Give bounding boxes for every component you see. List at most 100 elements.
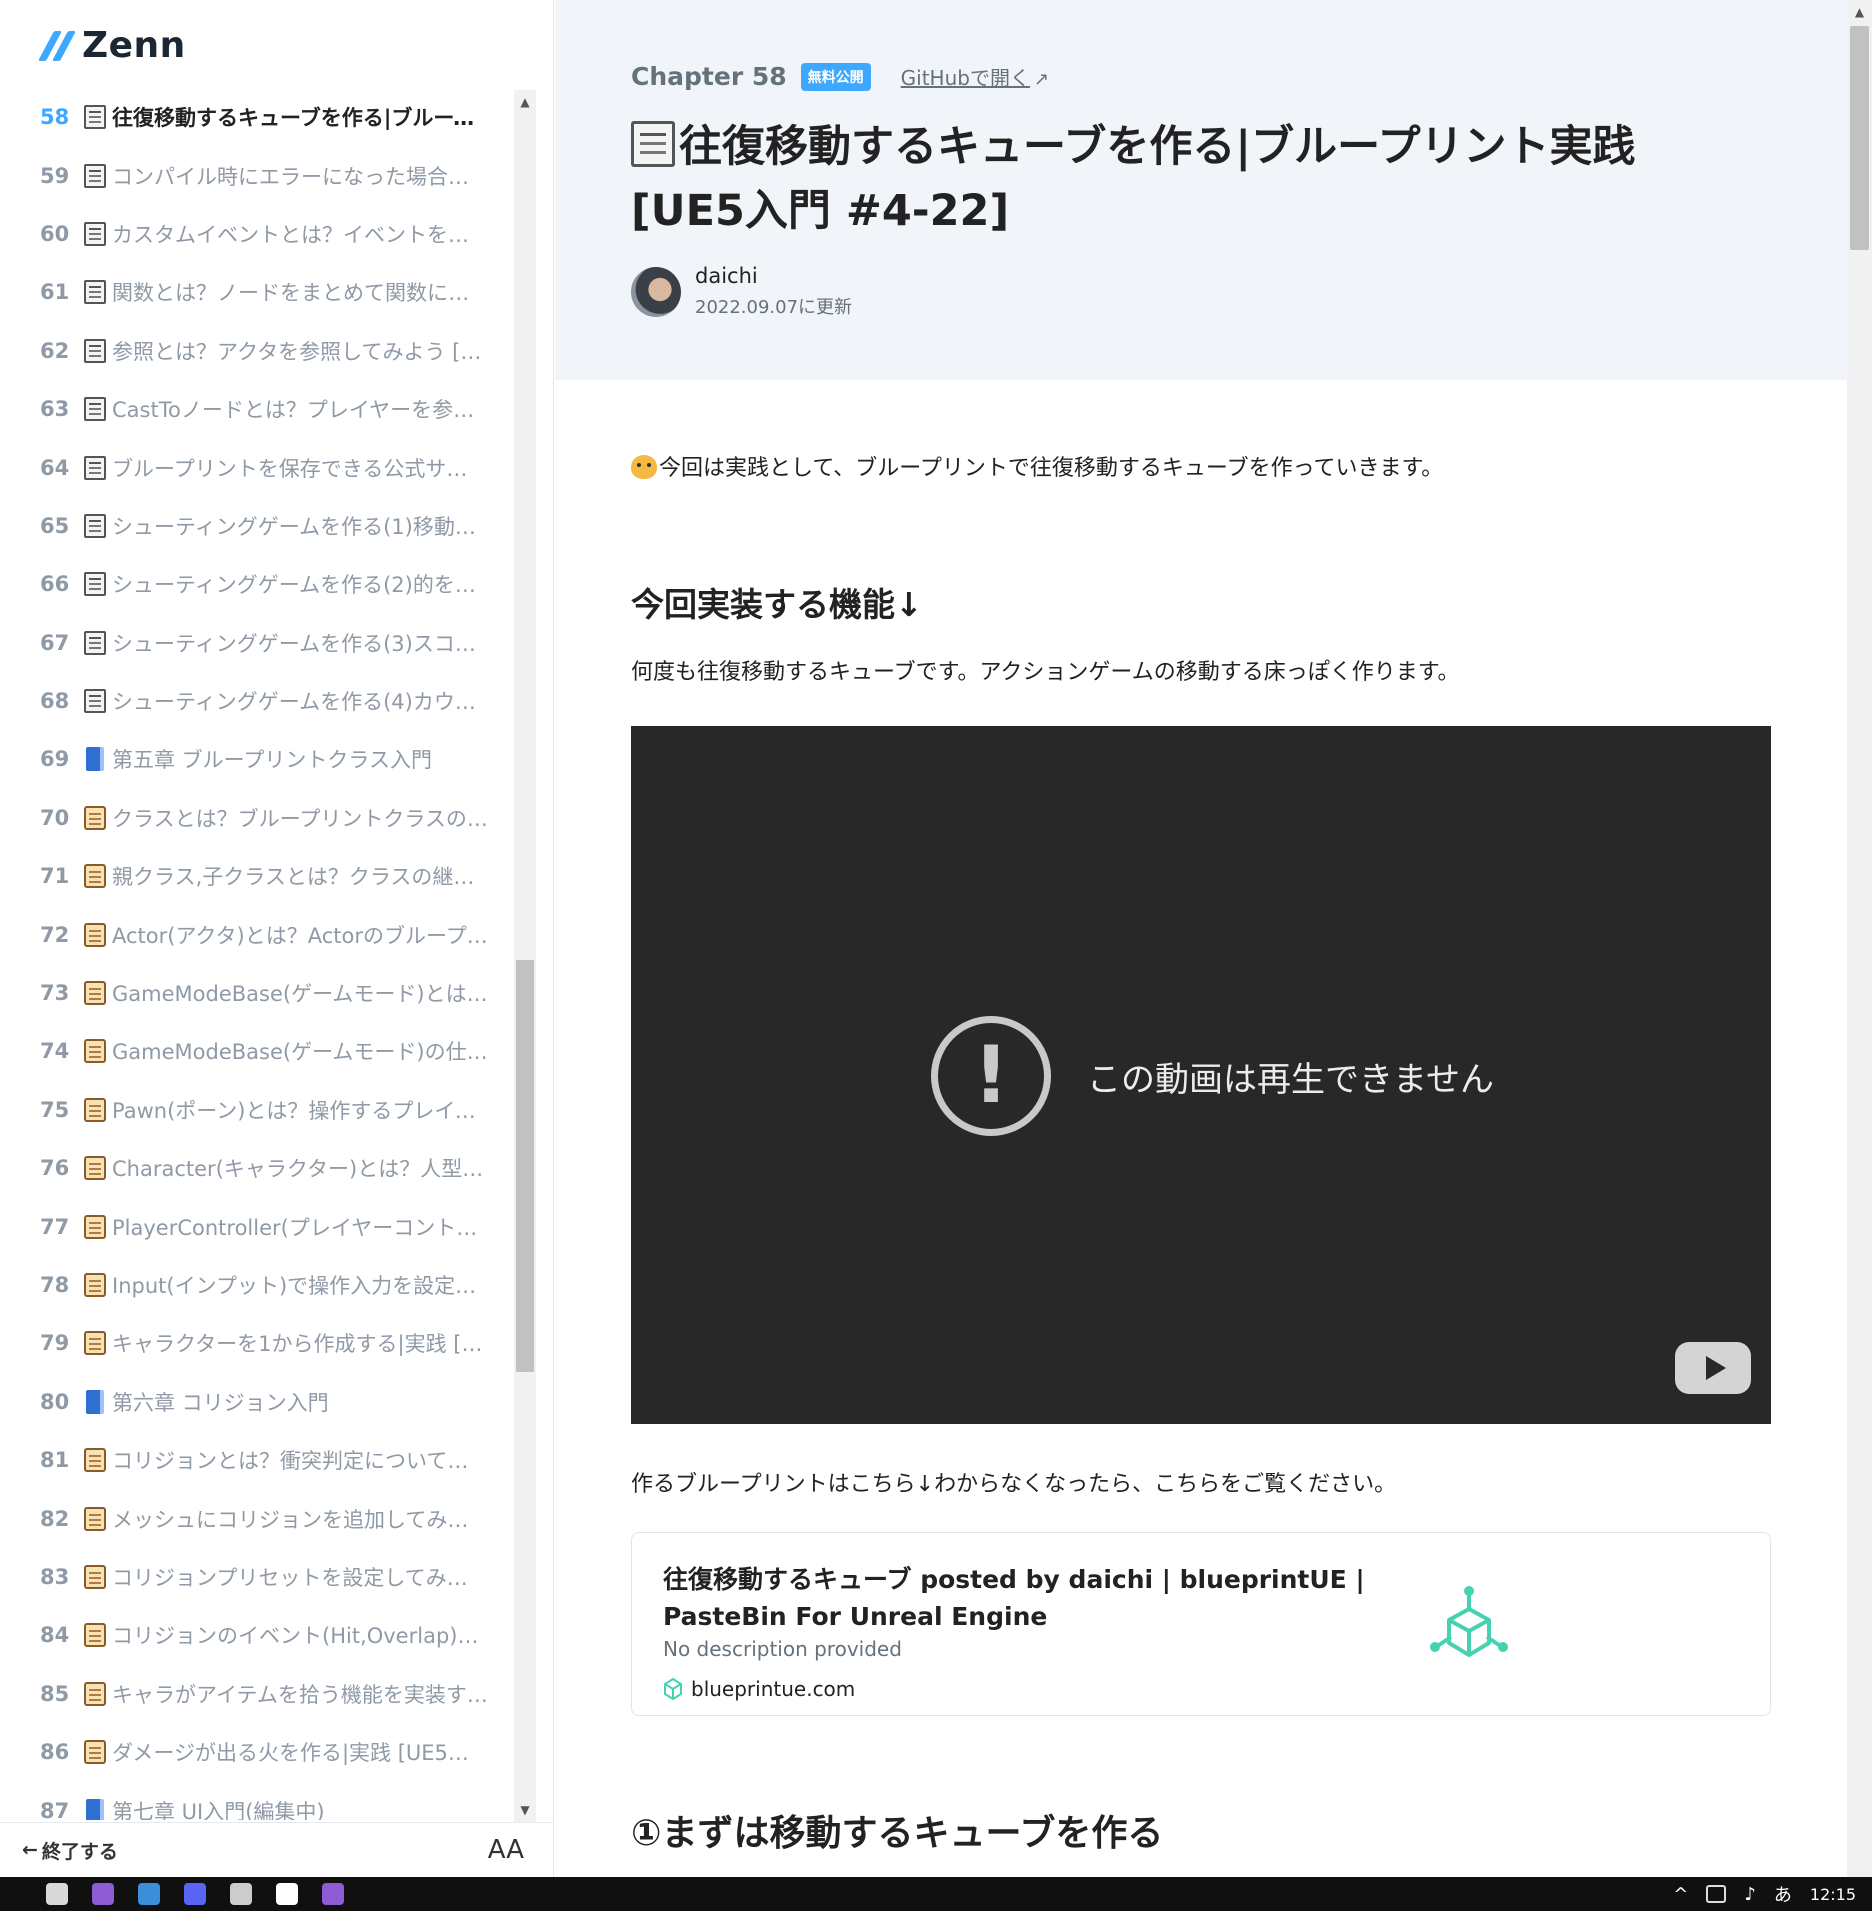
chapter-item[interactable]: 62 参照とは？アクタを参照してみよう [U… <box>0 322 514 380</box>
chapter-item[interactable]: 61 関数とは？ノードをまとめて関数にす… <box>0 263 514 321</box>
sidebar: Zenn 58 往復移動するキューブを作る|ブループ… 59 コンパイル時にエラーにな… <box>0 0 554 1877</box>
chapter-item[interactable]: 82 メッシュにコリジョンを追加してみよ… <box>0 1489 514 1547</box>
ime-indicator[interactable]: あ <box>1774 1881 1792 1907</box>
chapter-item[interactable]: 84 コリジョンのイベント(Hit,Overlap)で… <box>0 1606 514 1664</box>
scroll-up-arrow-icon[interactable]: ▲ <box>514 90 536 114</box>
page-scrollbar[interactable]: ▲ <box>1847 0 1872 1877</box>
chapter-number: 75 <box>40 1097 70 1122</box>
taskbar-app-icon[interactable] <box>126 1877 172 1911</box>
chapter-item[interactable]: 73 GameModeBase(ゲームモード)とは… <box>0 964 514 1022</box>
chapter-number: 68 <box>40 689 70 714</box>
taskbar-app-icon[interactable] <box>218 1877 264 1911</box>
page-scrollbar-thumb[interactable] <box>1850 26 1869 250</box>
chapter-title: Actor(アクタ)とは？Actorのブループ… <box>112 923 488 948</box>
page-icon <box>82 571 108 597</box>
chapter-item[interactable]: 87 第七章 UI入門(編集中) <box>0 1781 514 1820</box>
chapter-item[interactable]: 63 CastToノードとは？プレイヤーを参照… <box>0 380 514 438</box>
taskbar-app-icon[interactable] <box>80 1877 126 1911</box>
chapter-item[interactable]: 64 ブループリントを保存できる公式サイ… <box>0 438 514 496</box>
chapter-item[interactable]: 69 第五章 ブループリントクラス入門 <box>0 730 514 788</box>
chapter-item[interactable]: 70 クラスとは？ブループリントクラスの… <box>0 789 514 847</box>
sidebar-footer: ← 終了する AA <box>0 1822 554 1877</box>
link-card-title: 往復移動するキューブ posted by daichi | blueprintU… <box>663 1561 1383 1635</box>
clock[interactable]: 12:15 <box>1810 1885 1856 1904</box>
chapter-item[interactable]: 81 コリジョンとは？衝突判定について知… <box>0 1431 514 1489</box>
zenn-logo[interactable]: Zenn <box>38 22 186 68</box>
page-icon <box>82 163 108 189</box>
sidebar-scrollbar[interactable]: ▲ ▼ <box>514 90 536 1822</box>
link-card-domain: blueprintue.com <box>663 1677 855 1701</box>
chapter-number: 81 <box>40 1448 70 1473</box>
page-icon <box>82 688 108 714</box>
chapter-item[interactable]: 68 シューティングゲームを作る(4)カウン… <box>0 672 514 730</box>
chapter-item[interactable]: 80 第六章 コリジョン入門 <box>0 1373 514 1431</box>
volume-icon[interactable]: ♪ <box>1744 1884 1756 1905</box>
chapter-item[interactable]: 79 キャラクターを1から作成する|実践 [… <box>0 1314 514 1372</box>
chapter-title: PlayerController(プレイヤーコントロ… <box>112 1215 488 1240</box>
chapter-item[interactable]: 76 Character(キャラクター)とは？人型… <box>0 1139 514 1197</box>
chapter-item[interactable]: 67 シューティングゲームを作る(3)スコア… <box>0 614 514 672</box>
scroll-icon <box>82 1272 108 1298</box>
network-icon[interactable] <box>1706 1885 1727 1903</box>
intro-paragraph: 今回は実践として、ブループリントで往復移動するキューブを作っていきます。 <box>631 450 1443 482</box>
chapter-item[interactable]: 72 Actor(アクタ)とは？Actorのブループ… <box>0 905 514 963</box>
page-icon <box>82 630 108 656</box>
chapter-title: 第五章 ブループリントクラス入門 <box>112 748 432 773</box>
video-embed[interactable]: ! この動画は再生できません <box>631 726 1771 1424</box>
chapter-number: 67 <box>40 630 70 655</box>
author-name[interactable]: daichi <box>695 264 852 288</box>
chapter-title: コリジョンのイベント(Hit,Overlap)で… <box>112 1624 488 1649</box>
youtube-play-icon[interactable] <box>1675 1342 1751 1394</box>
chapter-title: シューティングゲームを作る(4)カウン… <box>112 690 488 715</box>
author-info[interactable]: daichi 2022.09.07に更新 <box>631 264 852 319</box>
chapter-item[interactable]: 59 コンパイル時にエラーになった場合の… <box>0 146 514 204</box>
font-size-button[interactable]: AA <box>488 1835 524 1865</box>
page-icon <box>82 396 108 422</box>
chapter-title: CastToノードとは？プレイヤーを参照… <box>112 398 488 423</box>
intro-text: 今回は実践として、ブループリントで往復移動するキューブを作っていきます。 <box>659 456 1444 481</box>
github-link[interactable]: GitHubで開く ↗ <box>901 62 1049 91</box>
chapter-item[interactable]: 83 コリジョンプリセットを設定してみよ… <box>0 1548 514 1606</box>
scroll-icon <box>82 1739 108 1765</box>
chapter-number: 63 <box>40 397 70 422</box>
chapter-item[interactable]: 78 Input(インプット)で操作入力を設定す… <box>0 1256 514 1314</box>
taskbar-app-icon[interactable] <box>264 1877 310 1911</box>
chapter-item[interactable]: 65 シューティングゲームを作る(1)移動す… <box>0 497 514 555</box>
chapter-number: 77 <box>40 1214 70 1239</box>
chapter-title: シューティングゲームを作る(3)スコア… <box>112 631 488 656</box>
tray-chevron-icon[interactable]: ^ <box>1673 1884 1688 1905</box>
chapter-item[interactable]: 60 カスタムイベントとは？イベントを作… <box>0 205 514 263</box>
chapter-item[interactable]: 74 GameModeBase(ゲームモード)の仕… <box>0 1022 514 1080</box>
exit-button[interactable]: ← 終了する <box>22 1837 118 1864</box>
chapter-item[interactable]: 58 往復移動するキューブを作る|ブループ… <box>0 88 514 146</box>
avatar[interactable] <box>631 266 681 317</box>
chapter-item[interactable]: 77 PlayerController(プレイヤーコントロ… <box>0 1197 514 1255</box>
page-icon <box>82 221 108 247</box>
page-icon <box>82 104 108 130</box>
external-link-icon: ↗ <box>1033 69 1050 90</box>
link-card[interactable]: 往復移動するキューブ posted by daichi | blueprintU… <box>631 1532 1771 1716</box>
taskbar-app-icon[interactable] <box>310 1877 356 1911</box>
chapter-title: メッシュにコリジョンを追加してみよ… <box>112 1507 488 1532</box>
taskbar-app-icon[interactable] <box>172 1877 218 1911</box>
scroll-icon <box>82 1214 108 1240</box>
chapter-number: 61 <box>40 280 70 305</box>
scroll-down-arrow-icon[interactable]: ▼ <box>514 1798 536 1822</box>
page-icon <box>82 513 108 539</box>
chapter-number: 87 <box>40 1798 70 1820</box>
chapter-title: 第六章 コリジョン入門 <box>112 1390 329 1415</box>
page-scroll-up-icon[interactable]: ▲ <box>1847 0 1872 24</box>
chapter-number: 69 <box>40 747 70 772</box>
sidebar-scrollbar-thumb[interactable] <box>516 960 534 1372</box>
chapter-title: キャラがアイテムを拾う機能を実装す… <box>112 1682 488 1707</box>
chapter-item[interactable]: 85 キャラがアイテムを拾う機能を実装す… <box>0 1665 514 1723</box>
chapter-item[interactable]: 75 Pawn(ポーン)とは？操作するプレイヤ… <box>0 1081 514 1139</box>
book-icon <box>82 1389 108 1415</box>
system-tray: ^ ♪ あ 12:15 <box>1673 1877 1856 1911</box>
chapter-item[interactable]: 86 ダメージが出る火を作る|実践 [UE5入… <box>0 1723 514 1781</box>
chapter-item[interactable]: 71 親クラス,子クラスとは？クラスの継承… <box>0 847 514 905</box>
scroll-icon <box>82 1564 108 1590</box>
chapter-title: 第七章 UI入門(編集中) <box>112 1799 325 1820</box>
chapter-item[interactable]: 66 シューティングゲームを作る(2)的を一… <box>0 555 514 613</box>
taskbar-app-icon[interactable] <box>34 1877 80 1911</box>
